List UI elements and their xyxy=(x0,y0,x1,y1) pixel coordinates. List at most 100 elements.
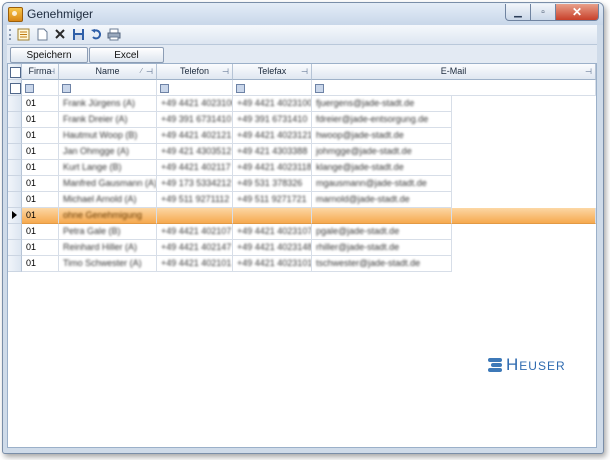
cell-name[interactable]: Jan Ohmgge (A) xyxy=(59,144,157,160)
cell-telefax[interactable]: +49 4421 4023118 xyxy=(233,160,312,176)
title-bar[interactable]: Genehmiger ▁ ▫ ✕ xyxy=(3,3,603,25)
undo-icon[interactable] xyxy=(89,27,103,41)
cell-email[interactable]: fdreier@jade-entsorgung.de xyxy=(312,112,452,128)
filter-operator-icon[interactable] xyxy=(315,84,324,93)
table-row[interactable]: 01 Hautmut Woop (B) +49 4421 402121 +49 442… xyxy=(8,128,452,144)
cell-telefon[interactable]: +49 4421 402107 xyxy=(157,224,233,240)
cell-telefax[interactable]: +49 4421 4023100 xyxy=(233,96,312,112)
pin-icon[interactable]: ⊣ xyxy=(48,64,55,79)
table-row[interactable]: 01 Manfred Gausmann (A) +49 173 5334212 +49… xyxy=(8,176,452,192)
cell-name[interactable]: ohne Genehmigung xyxy=(59,208,157,224)
pin-icon[interactable]: ⊣ xyxy=(585,64,592,79)
cell-telefon[interactable] xyxy=(157,208,233,224)
save-button[interactable]: Speichern xyxy=(10,47,88,63)
cell-name[interactable]: Michael Arnold (A) xyxy=(59,192,157,208)
row-selector[interactable] xyxy=(8,224,22,240)
filter-operator-icon[interactable] xyxy=(160,84,169,93)
filter-operator-icon[interactable] xyxy=(25,84,34,93)
excel-button[interactable]: Excel xyxy=(89,47,164,63)
cell-telefax[interactable]: +49 421 4303388 xyxy=(233,144,312,160)
column-header-firma[interactable]: Firma ⊣ xyxy=(22,64,59,80)
cell-telefon[interactable]: +49 4421 402147 xyxy=(157,240,233,256)
cell-firma[interactable]: 01 xyxy=(22,192,59,208)
cell-telefon[interactable]: +49 173 5334212 xyxy=(157,176,233,192)
list-icon[interactable] xyxy=(16,27,30,41)
print-icon[interactable] xyxy=(107,27,121,41)
filter-operator-icon[interactable] xyxy=(236,84,245,93)
pin-icon[interactable]: ⊣ xyxy=(146,64,153,79)
column-chooser-corner[interactable] xyxy=(8,64,22,80)
cell-email[interactable] xyxy=(312,208,452,224)
cell-name[interactable]: Frank Jürgens (A) xyxy=(59,96,157,112)
toolbar-grip[interactable] xyxy=(9,29,13,40)
filter-row-selector[interactable] xyxy=(8,80,22,96)
cell-telefon[interactable]: +49 511 9271112 xyxy=(157,192,233,208)
cell-name[interactable]: Petra Gale (B) xyxy=(59,224,157,240)
cell-firma[interactable]: 01 xyxy=(22,224,59,240)
cell-email[interactable]: marnold@jade-stadt.de xyxy=(312,192,452,208)
table-row[interactable]: 01 Timo Schwester (A) +49 4421 402101 +49 4… xyxy=(8,256,452,272)
pin-icon[interactable]: ⊣ xyxy=(301,64,308,79)
column-header-email[interactable]: E-Mail ⊣ xyxy=(312,64,596,80)
cell-name[interactable]: Timo Schwester (A) xyxy=(59,256,157,272)
table-row[interactable]: 01 Jan Ohmgge (A) +49 421 4303512 +49 421 4… xyxy=(8,144,452,160)
cell-telefax[interactable]: +49 4421 4023107 xyxy=(233,224,312,240)
cell-telefax[interactable] xyxy=(233,208,312,224)
cell-firma[interactable]: 01 xyxy=(22,160,59,176)
cell-telefax[interactable]: +49 391 6731410 xyxy=(233,112,312,128)
cell-firma[interactable]: 01 xyxy=(22,256,59,272)
cell-telefax[interactable]: +49 511 9271721 xyxy=(233,192,312,208)
cell-email[interactable]: mgausmann@jade-stadt.de xyxy=(312,176,452,192)
cell-email[interactable]: fjuergens@jade-stadt.de xyxy=(312,96,452,112)
row-selector[interactable] xyxy=(8,192,22,208)
cell-firma[interactable]: 01 xyxy=(22,208,59,224)
pin-icon[interactable]: ⊣ xyxy=(222,64,229,79)
filter-cell-email[interactable] xyxy=(312,80,596,96)
cell-firma[interactable]: 01 xyxy=(22,128,59,144)
filter-cell-firma[interactable] xyxy=(22,80,59,96)
table-row[interactable]: 01 Petra Gale (B) +49 4421 402107 +49 4421 … xyxy=(8,224,452,240)
filter-operator-icon[interactable] xyxy=(62,84,71,93)
cell-name[interactable]: Manfred Gausmann (A) xyxy=(59,176,157,192)
cell-telefax[interactable]: +49 531 378326 xyxy=(233,176,312,192)
row-selector[interactable] xyxy=(8,256,22,272)
table-row[interactable]: 01 Frank Jürgens (A) +49 4421 4023100 +49 4… xyxy=(8,96,452,112)
cell-email[interactable]: klange@jade-stadt.de xyxy=(312,160,452,176)
cell-name[interactable]: Hautmut Woop (B) xyxy=(59,128,157,144)
cell-telefax[interactable]: +49 4421 4023148 xyxy=(233,240,312,256)
row-selector[interactable] xyxy=(8,128,22,144)
cell-email[interactable]: hwoop@jade-stadt.de xyxy=(312,128,452,144)
table-row[interactable]: 01 ohne Genehmigung xyxy=(8,208,596,224)
column-header-name[interactable]: Name ⁄ ⊣ xyxy=(59,64,157,80)
cell-firma[interactable]: 01 xyxy=(22,144,59,160)
row-selector[interactable] xyxy=(8,144,22,160)
table-row[interactable]: 01 Frank Dreier (A) +49 391 6731410 +49 391… xyxy=(8,112,452,128)
close-button[interactable]: ✕ xyxy=(556,4,599,21)
save-icon[interactable] xyxy=(71,27,85,41)
cell-telefon[interactable]: +49 4421 4023100 xyxy=(157,96,233,112)
row-selector[interactable] xyxy=(8,112,22,128)
minimize-button[interactable]: ▁ xyxy=(505,4,531,21)
row-selector[interactable] xyxy=(8,96,22,112)
delete-icon[interactable] xyxy=(53,27,67,41)
cell-telefax[interactable]: +49 4421 4023121 xyxy=(233,128,312,144)
row-selector[interactable] xyxy=(8,176,22,192)
row-selector[interactable] xyxy=(8,208,22,224)
cell-telefax[interactable]: +49 4421 4023101 xyxy=(233,256,312,272)
table-row[interactable]: 01 Michael Arnold (A) +49 511 9271112 +49 5… xyxy=(8,192,452,208)
cell-name[interactable]: Frank Dreier (A) xyxy=(59,112,157,128)
row-selector[interactable] xyxy=(8,240,22,256)
cell-name[interactable]: Kurt Lange (B) xyxy=(59,160,157,176)
cell-telefon[interactable]: +49 4421 402101 xyxy=(157,256,233,272)
filter-cell-name[interactable] xyxy=(59,80,157,96)
cell-telefon[interactable]: +49 4421 402117 xyxy=(157,160,233,176)
data-grid[interactable]: Firma ⊣ Name ⁄ ⊣ Telefon ⊣ Telefax ⊣ E-M… xyxy=(7,63,597,448)
cell-telefon[interactable]: +49 421 4303512 xyxy=(157,144,233,160)
column-header-telefon[interactable]: Telefon ⊣ xyxy=(157,64,233,80)
cell-telefon[interactable]: +49 4421 402121 xyxy=(157,128,233,144)
table-row[interactable]: 01 Reinhard Hiller (A) +49 4421 402147 +49 … xyxy=(8,240,452,256)
filter-cell-telefax[interactable] xyxy=(233,80,312,96)
table-row[interactable]: 01 Kurt Lange (B) +49 4421 402117 +49 4421 … xyxy=(8,160,452,176)
column-header-telefax[interactable]: Telefax ⊣ xyxy=(233,64,312,80)
cell-firma[interactable]: 01 xyxy=(22,240,59,256)
